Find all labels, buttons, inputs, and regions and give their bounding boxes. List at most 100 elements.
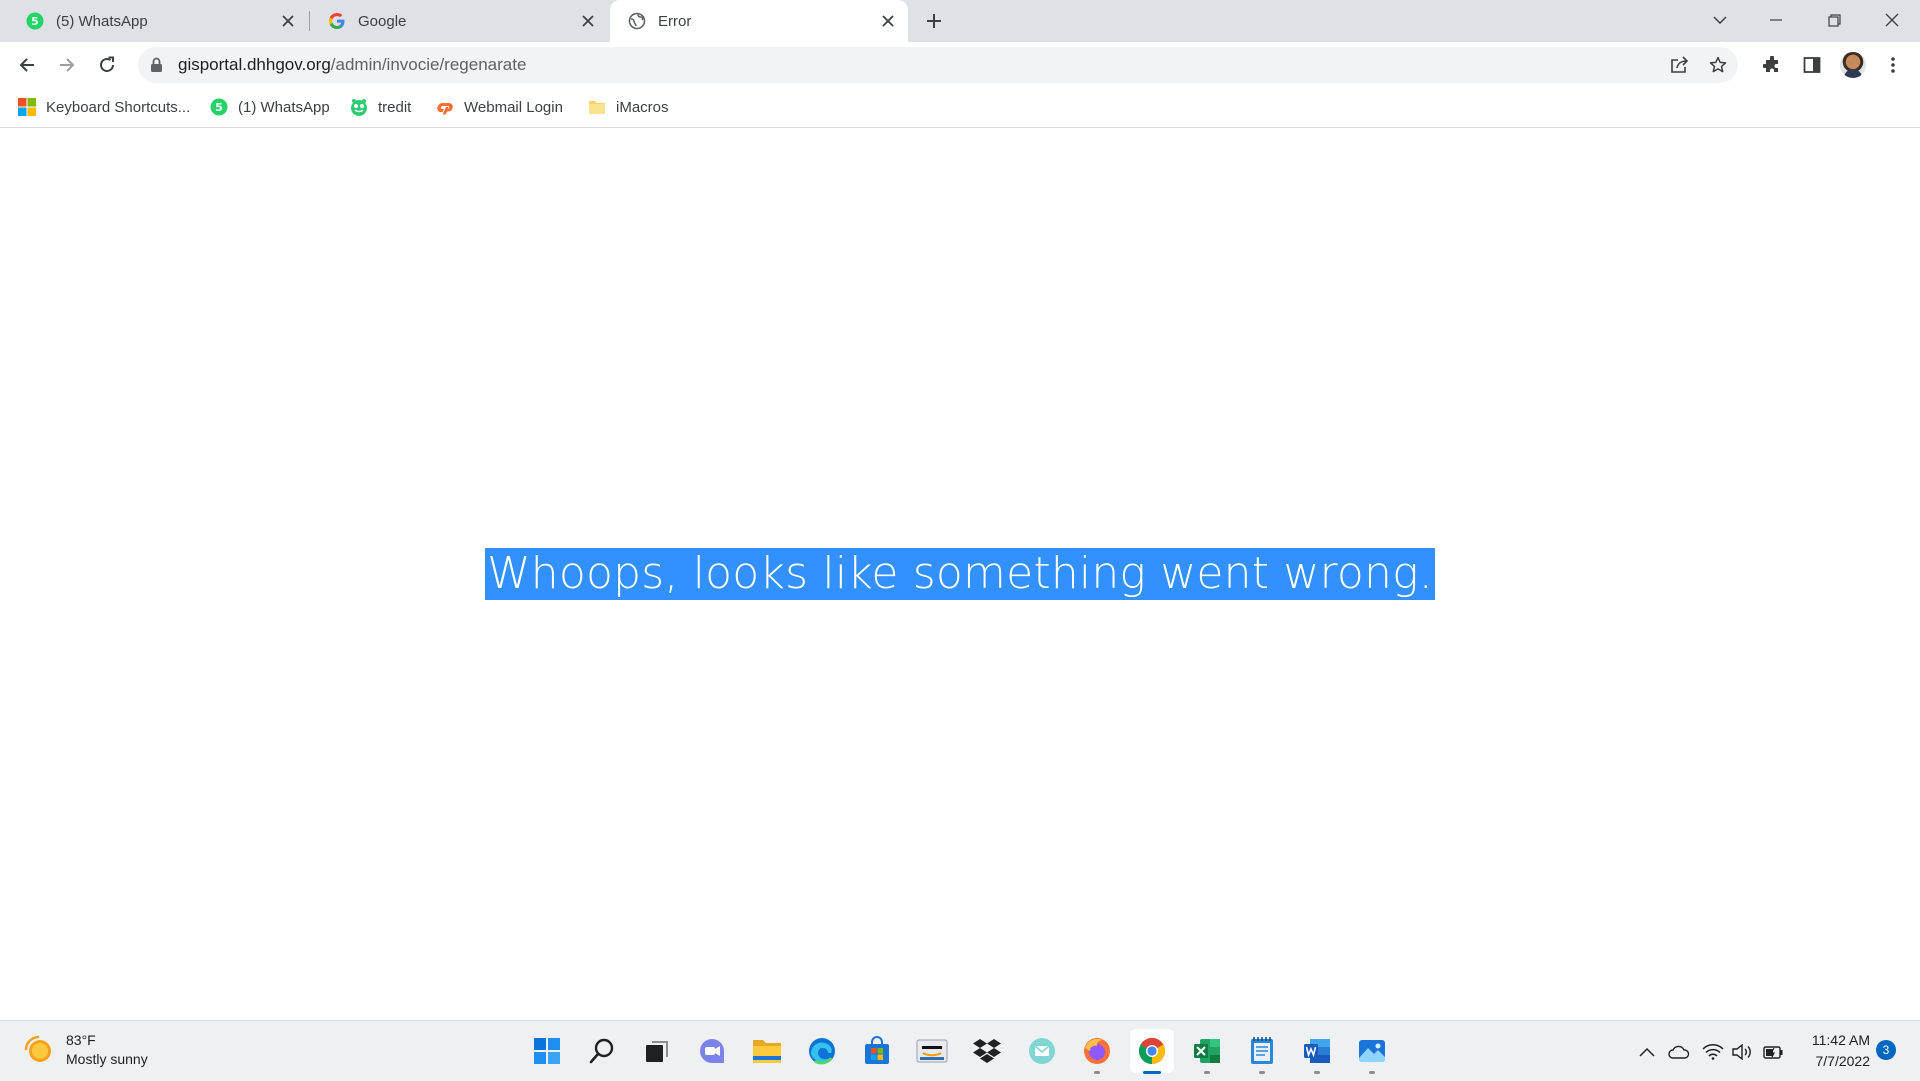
notification-badge[interactable]: 3 — [1876, 1040, 1896, 1060]
tab-strip: 5 (5) WhatsApp Google Error — [0, 0, 1920, 42]
start-button[interactable] — [525, 1029, 569, 1073]
excel-button[interactable] — [1185, 1029, 1229, 1074]
tab-error[interactable]: Error — [610, 0, 908, 42]
weather-temperature: 83°F — [66, 1032, 96, 1048]
amazon-button[interactable] — [910, 1029, 954, 1073]
lock-icon[interactable] — [150, 57, 163, 73]
forward-button[interactable] — [50, 48, 84, 82]
word-icon — [1304, 1039, 1330, 1063]
bookmark-label: tredit — [378, 98, 412, 116]
new-tab-button[interactable] — [920, 7, 948, 35]
reload-button[interactable] — [90, 48, 124, 82]
tab-title: Error — [658, 12, 692, 30]
chrome-menu-button[interactable] — [1878, 50, 1908, 80]
notepad-icon — [1251, 1037, 1273, 1064]
cpanel-icon — [437, 103, 453, 115]
app-active-indicator — [1143, 1071, 1161, 1074]
share-icon — [1671, 56, 1689, 73]
whatsapp-icon: 5 — [210, 98, 228, 116]
tab-search-button[interactable] — [1692, 0, 1748, 40]
bookmark-webmail-login[interactable]: Webmail Login — [436, 87, 563, 127]
photos-button[interactable] — [1350, 1029, 1394, 1074]
photos-icon — [1359, 1040, 1385, 1062]
tab-whatsapp[interactable]: 5 (5) WhatsApp — [8, 0, 308, 42]
app-running-indicator — [1204, 1071, 1210, 1074]
edge-icon — [809, 1038, 835, 1065]
dropbox-button[interactable] — [965, 1029, 1009, 1073]
side-panel-icon — [1803, 57, 1821, 73]
tab-google[interactable]: Google — [310, 0, 608, 42]
start-icon — [534, 1038, 560, 1064]
store-button[interactable] — [855, 1029, 899, 1073]
close-tab-icon[interactable] — [274, 7, 302, 35]
task-view-button[interactable] — [635, 1029, 679, 1073]
minimize-icon — [1770, 19, 1782, 21]
dropbox-icon — [973, 1039, 1001, 1063]
firefox-button[interactable] — [1075, 1029, 1119, 1074]
taskbar: 83°F Mostly sunny 11:42 AM 7/7/2022 3 — [0, 1020, 1920, 1081]
address-bar[interactable]: gisportal.dhhgov.org/admin/invocie/regen… — [138, 47, 1738, 83]
svg-text:5: 5 — [215, 101, 223, 114]
extensions-button[interactable] — [1757, 50, 1787, 80]
reload-icon — [100, 56, 114, 72]
weather-widget[interactable]: 83°F Mostly sunny — [24, 1031, 148, 1069]
mail-button[interactable] — [1020, 1029, 1064, 1073]
app-running-indicator — [1369, 1071, 1375, 1074]
arrow-left-icon — [19, 58, 34, 72]
close-tab-icon[interactable] — [574, 7, 602, 35]
search-icon — [589, 1038, 614, 1064]
url-text[interactable]: gisportal.dhhgov.org/admin/invocie/regen… — [178, 47, 526, 83]
chat-icon — [700, 1039, 724, 1063]
battery-button[interactable] — [1760, 1039, 1786, 1065]
file-explorer-button[interactable] — [745, 1029, 789, 1073]
amazon-icon — [916, 1039, 948, 1063]
bookmark-star-button[interactable] — [1704, 51, 1732, 79]
app-running-indicator — [1314, 1071, 1320, 1074]
chrome-icon — [1138, 1037, 1166, 1065]
folder-icon — [589, 101, 605, 114]
mail-icon — [1029, 1038, 1055, 1064]
bookmark-whatsapp[interactable]: 5 (1) WhatsApp — [210, 87, 330, 127]
onedrive-button[interactable] — [1666, 1039, 1692, 1065]
notepad-button[interactable] — [1240, 1029, 1284, 1074]
windows-logo-icon — [18, 98, 36, 116]
back-button[interactable] — [10, 48, 44, 82]
close-tab-icon[interactable] — [874, 7, 902, 35]
profile-button[interactable] — [1838, 50, 1868, 80]
chat-button[interactable] — [690, 1029, 734, 1073]
word-button[interactable] — [1295, 1029, 1339, 1074]
excel-icon — [1194, 1039, 1220, 1063]
restore-button[interactable] — [1806, 0, 1862, 40]
avatar — [1840, 52, 1866, 78]
weather-sun-icon — [24, 1035, 51, 1062]
volume-button[interactable] — [1730, 1039, 1756, 1065]
clock[interactable]: 11:42 AM 7/7/2022 — [1800, 1030, 1870, 1072]
bookmark-tredit[interactable]: tredit — [350, 87, 411, 127]
wifi-icon — [1702, 1044, 1724, 1060]
minimize-button[interactable] — [1748, 0, 1804, 40]
bookmark-keyboard-shortcuts[interactable]: Keyboard Shortcuts... — [18, 87, 190, 127]
restore-icon — [1827, 13, 1841, 27]
bookmark-folder-imacros[interactable]: iMacros — [588, 87, 669, 127]
url-path: /admin/invocie/regenarate — [330, 55, 527, 74]
bookmark-label: Webmail Login — [464, 98, 563, 116]
show-hidden-icons-button[interactable] — [1634, 1039, 1660, 1065]
clock-time: 11:42 AM — [1811, 1032, 1870, 1048]
chevron-up-icon — [1639, 1047, 1655, 1057]
side-panel-button[interactable] — [1797, 50, 1827, 80]
tab-title: (5) WhatsApp — [56, 12, 148, 30]
close-window-button[interactable] — [1864, 0, 1920, 40]
bookmark-label: (1) WhatsApp — [238, 98, 330, 116]
edge-button[interactable] — [800, 1029, 844, 1073]
wifi-button[interactable] — [1700, 1039, 1726, 1065]
file-explorer-icon — [753, 1040, 781, 1063]
error-message: Whoops, looks like something went wrong. — [485, 548, 1435, 600]
error-container: Whoops, looks like something went wrong. — [0, 548, 1920, 600]
share-button[interactable] — [1666, 51, 1694, 79]
chrome-button[interactable] — [1130, 1029, 1174, 1074]
search-button[interactable] — [580, 1029, 624, 1073]
url-host: gisportal.dhhgov.org — [178, 55, 331, 74]
bookmark-label: iMacros — [616, 98, 669, 116]
whatsapp-icon: 5 — [26, 12, 44, 30]
cloud-icon — [1668, 1045, 1690, 1059]
